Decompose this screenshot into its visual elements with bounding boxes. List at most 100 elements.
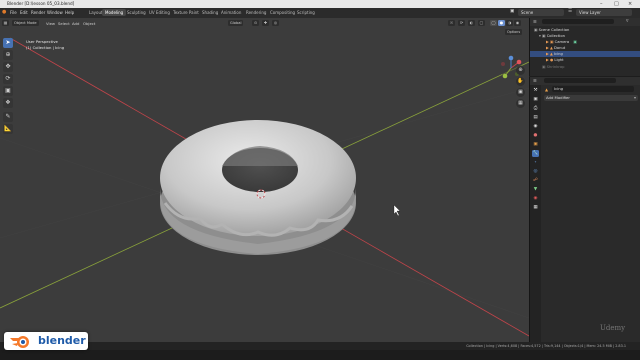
object-name-field[interactable]: Icing bbox=[552, 86, 634, 92]
properties-search-input[interactable] bbox=[544, 78, 616, 83]
perspective-label: User Perspective bbox=[26, 39, 58, 44]
outliner-row-shrinkrap[interactable]: ▣ Shrinkrap bbox=[530, 64, 640, 70]
chevron-down-icon: ▾ bbox=[634, 95, 637, 100]
add-modifier-button[interactable]: Add Modifier bbox=[544, 95, 638, 101]
filter-icon[interactable]: ▿ bbox=[626, 18, 629, 24]
tool-tab-icon[interactable]: ⚒ bbox=[532, 87, 539, 94]
outliner-row-label: Shrinkrap bbox=[546, 65, 565, 69]
world-tab-icon[interactable]: ● bbox=[532, 132, 539, 139]
scene-selector[interactable]: Scene bbox=[518, 9, 564, 16]
menu-help[interactable]: Help bbox=[65, 10, 74, 15]
xray-icon[interactable]: ▢ bbox=[478, 20, 485, 26]
object-data-tab-icon[interactable]: ▼ bbox=[532, 186, 539, 193]
proportional-edit-icon[interactable]: ◎ bbox=[272, 20, 279, 26]
tab-scripting[interactable]: Scripting bbox=[294, 9, 318, 16]
pivot-icon[interactable]: ⊙ bbox=[252, 20, 259, 26]
view-layer-selector[interactable]: View Layer bbox=[576, 9, 632, 16]
outliner-row-label: Donut bbox=[554, 46, 566, 50]
mouse-cursor-icon bbox=[393, 204, 401, 217]
outliner-row-label: Light bbox=[554, 58, 564, 62]
cursor-tool-icon[interactable]: ⊕ bbox=[3, 50, 13, 60]
snap-icon[interactable]: ✚ bbox=[262, 20, 269, 26]
tab-uv-editing[interactable]: UV Editing bbox=[146, 9, 173, 16]
transform-tool-icon[interactable]: ❖ bbox=[3, 98, 13, 108]
outliner-row-label: Icing bbox=[554, 52, 563, 56]
scene-statistics: Collection | Icing | Verts:4,608 | Faces… bbox=[466, 344, 626, 348]
particles-tab-icon[interactable]: ∘ bbox=[532, 159, 539, 166]
scale-tool-icon[interactable]: ▣ bbox=[3, 86, 13, 96]
maximize-icon[interactable]: □ bbox=[614, 1, 619, 7]
outliner-row-label: Camera bbox=[554, 40, 570, 44]
solid-shading-icon[interactable]: ● bbox=[498, 20, 505, 26]
render-shading-icon[interactable]: ◉ bbox=[514, 20, 521, 26]
menu-render[interactable]: Render bbox=[31, 10, 45, 15]
visibility-icon[interactable]: ☉ bbox=[448, 20, 455, 26]
output-tab-icon[interactable]: ⎙ bbox=[532, 105, 539, 112]
window-title: Blender [D:\lesson 05_03.blend] bbox=[7, 1, 75, 6]
collection-label: (1) Collection | Icing bbox=[26, 45, 65, 50]
scene-icon: ▣ bbox=[510, 9, 515, 14]
gizmo-toggle-icon[interactable]: ⟳ bbox=[458, 20, 465, 26]
object-tab-icon[interactable]: ▣ bbox=[532, 141, 539, 148]
outliner-search-input[interactable] bbox=[542, 19, 614, 24]
properties-editor-icon[interactable]: ☰ bbox=[533, 78, 537, 83]
annotate-tool-icon[interactable]: ✎ bbox=[3, 112, 13, 122]
editor-type-icon[interactable]: ▦ bbox=[2, 20, 9, 26]
menu-edit[interactable]: Edit bbox=[20, 10, 28, 15]
wireframe-shading-icon[interactable]: ◯ bbox=[490, 20, 497, 26]
render-tab-icon[interactable]: ▣ bbox=[532, 96, 539, 103]
physics-tab-icon[interactable]: ◎ bbox=[532, 168, 539, 175]
menu-window[interactable]: Window bbox=[47, 10, 63, 15]
tab-texture-paint[interactable]: Texture Paint bbox=[170, 9, 202, 16]
view-layer-icon: ☰ bbox=[568, 9, 573, 14]
camera-view-icon[interactable]: ▣ bbox=[516, 88, 525, 97]
bottom-strip bbox=[0, 350, 640, 360]
select-box-tool-icon[interactable]: ➤ bbox=[3, 38, 13, 48]
icing-mesh bbox=[160, 120, 356, 255]
zoom-icon[interactable]: ⊕ bbox=[516, 66, 525, 75]
transform-orientation-selector[interactable]: Global bbox=[228, 20, 244, 26]
ortho-toggle-icon[interactable]: ▦ bbox=[516, 99, 525, 108]
properties-panel: ☰ ⚒ ▣ ⎙ ▤ ◉ ● ▣ 🔧 ∘ ◎ ☍ ▼ ◉ ▦ ▲ Icing Ad… bbox=[529, 77, 640, 342]
outliner-row-light[interactable]: ▶ ● Light ☉ bbox=[530, 57, 640, 63]
constraints-tab-icon[interactable]: ☍ bbox=[532, 177, 539, 184]
measure-tool-icon[interactable]: 📐 bbox=[3, 124, 13, 134]
camera-data-icon: ▣ bbox=[573, 40, 577, 44]
rotate-tool-icon[interactable]: ⟳ bbox=[3, 74, 13, 84]
texture-tab-icon[interactable]: ▦ bbox=[532, 204, 539, 211]
view-layer-tab-icon[interactable]: ▤ bbox=[532, 114, 539, 121]
viewport-canvas[interactable] bbox=[0, 18, 529, 342]
tab-animation[interactable]: Animation bbox=[218, 9, 244, 16]
scene-tab-icon[interactable]: ◉ bbox=[532, 123, 539, 130]
pan-hand-icon[interactable]: ✋ bbox=[516, 77, 525, 86]
outliner-editor-icon[interactable]: ☰ bbox=[533, 19, 537, 24]
minimize-icon[interactable]: – bbox=[600, 1, 603, 7]
object-icon: ▲ bbox=[545, 87, 549, 92]
3d-viewport[interactable]: ▦ Object Mode View Select Add Object Glo… bbox=[0, 18, 529, 342]
menu-file[interactable]: File bbox=[10, 10, 17, 15]
blender-logo-icon bbox=[10, 336, 29, 348]
menu-object[interactable]: Object bbox=[83, 21, 95, 26]
outliner-header: ☰ ▿ bbox=[530, 18, 640, 26]
outliner-panel: ☰ ▿ ▣ Scene Collection ▾ ▣ Collection ☉ … bbox=[529, 18, 640, 76]
material-tab-icon[interactable]: ◉ bbox=[532, 195, 539, 202]
menu-select[interactable]: Select bbox=[58, 21, 70, 26]
tab-modeling[interactable]: Modeling bbox=[102, 9, 127, 16]
mode-selector[interactable]: Object Mode bbox=[12, 20, 39, 26]
outliner-row-label: Collection bbox=[546, 34, 565, 38]
close-icon[interactable]: × bbox=[628, 1, 632, 7]
blender-wordmark: blender bbox=[38, 334, 86, 347]
blender-logo-icon[interactable]: ● bbox=[2, 9, 6, 15]
material-shading-icon[interactable]: ◑ bbox=[506, 20, 513, 26]
tab-rendering[interactable]: Rendering bbox=[243, 9, 269, 16]
modifier-tab-icon[interactable]: 🔧 bbox=[532, 150, 539, 157]
menu-add[interactable]: Add bbox=[72, 21, 79, 26]
options-dropdown[interactable]: Options bbox=[505, 29, 523, 35]
overlay-icon[interactable]: ◐ bbox=[468, 20, 475, 26]
blender-logo-badge: blender bbox=[4, 332, 88, 350]
move-tool-icon[interactable]: ✥ bbox=[3, 62, 13, 72]
tab-sculpting[interactable]: Sculpting bbox=[124, 9, 149, 16]
menu-view[interactable]: View bbox=[46, 21, 55, 26]
title-bar: Blender [D:\lesson 05_03.blend] – □ × bbox=[0, 0, 640, 8]
udemy-watermark: Udemy bbox=[600, 324, 626, 332]
